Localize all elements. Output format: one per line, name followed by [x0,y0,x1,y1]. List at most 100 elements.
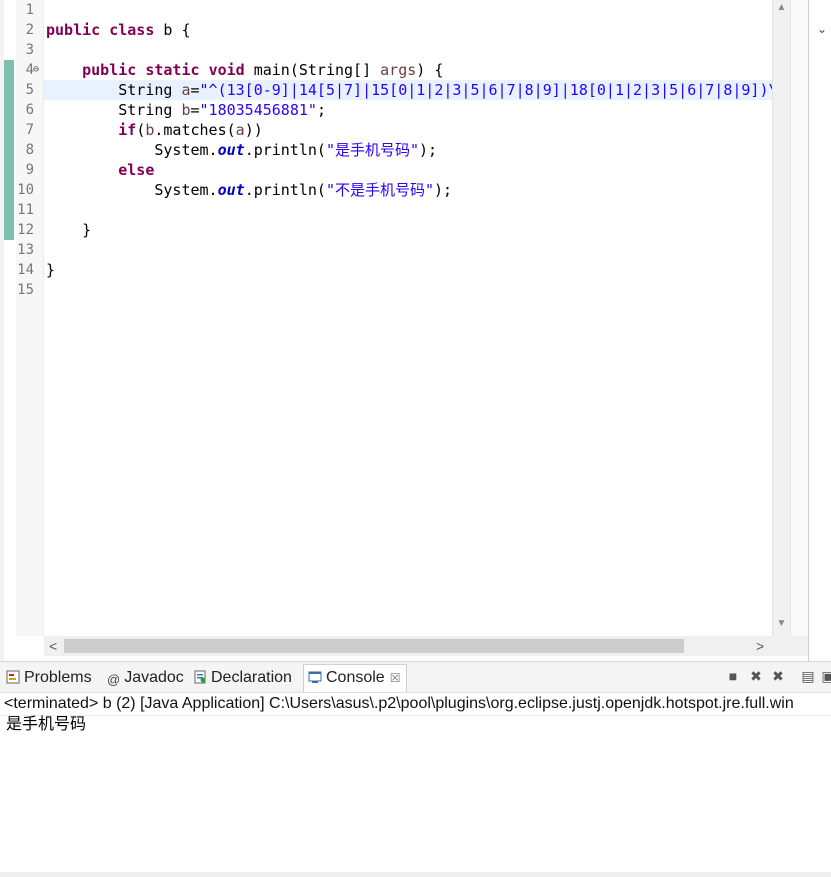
variable: b [181,101,191,119]
vertical-scrollbar[interactable]: ▲ ▼ [772,0,790,636]
remove-all-terminated-icon[interactable]: ✖ [770,668,786,684]
editor-pane: 1 2 3 4 5 6 7 8 9 10 11 12 13 14 15 ⊖ pu… [0,0,831,661]
code-text: String [118,81,182,99]
tab-javadoc[interactable]: @ Javadoc [107,666,184,690]
code-text: ; [316,101,326,119]
view-tab-bar: Problems @ Javadoc Declaration Console ☒ ■… [0,662,831,693]
scrollbar-thumb[interactable] [64,639,684,653]
line-number: 2 [25,22,34,38]
variable: a [181,81,191,99]
line-number: 6 [25,102,34,118]
keyword: void [208,61,245,79]
code-line-12: } [44,220,772,240]
scrollbar-corner [772,636,808,656]
string-literal: "18035456881" [199,101,317,119]
line-number: 13 [17,242,34,258]
code-text: System. [154,141,218,159]
scroll-right-icon[interactable]: > [756,638,764,654]
code-line-2: public class b { [44,20,772,40]
line-number: 11 [17,202,34,218]
keyword: static [145,61,200,79]
horizontal-scrollbar[interactable]: < > [44,636,772,656]
code-text: } [82,221,92,239]
keyword: else [118,161,155,179]
declaration-icon [194,670,206,684]
line-number: 1 [25,2,34,18]
keyword: public [82,61,137,79]
line-number: 15 [17,282,34,298]
scroll-down-icon[interactable]: ▼ [773,618,790,629]
code-line-4: public static void main(String[] args) { [44,60,772,80]
string-literal: "不是手机号码" [325,181,435,199]
line-number: 14 [17,262,34,278]
remove-launch-icon[interactable]: ✖ [748,668,764,684]
line-number: 8 [25,142,34,158]
code-line-5-current: String a="^(13[0-9]|14[5|7]|15[0|1|2|3|5… [44,80,772,100]
line-number-gutter: 1 2 3 4 5 6 7 8 9 10 11 12 13 14 15 [16,0,44,636]
line-number: 9 [25,162,34,178]
code-text: ); [419,141,438,159]
console-icon [308,671,322,683]
static-field: out [217,181,245,199]
line-number: 3 [25,42,34,58]
fold-collapse-icon[interactable]: ⊖ [33,60,39,80]
parameter: args [380,61,417,79]
code-text: )) [244,121,263,139]
tab-declaration[interactable]: Declaration [193,666,292,690]
code-line-7: if(b.matches(a)) [44,120,772,140]
problems-icon [6,670,20,684]
tab-console[interactable]: Console ☒ [303,664,408,692]
code-text: .println( [244,141,326,159]
code-text: ) { [416,61,444,79]
line-number: 7 [25,122,34,138]
scroll-lock-icon[interactable]: ▣ [820,668,831,684]
right-view-pane: ⌄ [808,0,831,661]
quick-diff-ruler [4,0,16,636]
code-text: = [190,101,200,119]
tab-label: Console [326,669,385,686]
variable: a [235,121,245,139]
tab-label: Declaration [211,669,292,686]
code-text: System. [154,181,218,199]
bottom-edge [0,872,831,877]
scroll-up-icon[interactable]: ▲ [773,2,790,13]
static-field: out [217,141,245,159]
overview-ruler[interactable] [790,0,808,636]
code-line-6: String b="18035456881"; [44,100,772,120]
code-text: b { [154,21,191,39]
code-text: = [190,81,200,99]
bottom-panel: Problems @ Javadoc Declaration Console ☒ ■… [0,661,831,877]
code-line-10: System.out.println("不是手机号码"); [44,180,772,200]
line-number: 5 [25,82,34,98]
stop-icon[interactable]: ■ [725,668,741,684]
code-text: ); [434,181,453,199]
chevron-down-icon[interactable]: ⌄ [817,22,827,36]
code-line-14: } [44,260,772,280]
close-icon[interactable]: ☒ [390,671,401,685]
string-literal: "是手机号码" [325,141,420,159]
keyword: if [118,121,137,139]
code-text: main(String[] [244,61,381,79]
scroll-left-icon[interactable]: < [49,638,57,654]
tab-label: Javadoc [124,669,184,686]
keyword: public [46,21,101,39]
line-number: 12 [17,222,34,238]
string-literal: "^(13[0-9]|14[5|7]|15[0|1|2|3|5|6|7|8|9]… [199,81,772,99]
code-text: .println( [244,181,326,199]
code-text: String [118,101,182,119]
change-marker [4,60,14,240]
clear-console-icon[interactable]: ▤ [800,668,816,684]
code-line-8: System.out.println("是手机号码"); [44,140,772,160]
tab-label: Problems [24,669,92,686]
code-line-9: else [44,160,772,180]
tab-problems[interactable]: Problems [6,666,92,690]
code-text: ( [136,121,146,139]
code-text: .matches( [154,121,236,139]
code-editor[interactable]: public class b { public static void main… [44,0,772,636]
keyword: class [109,21,155,39]
console-output: 是手机号码 [6,716,87,733]
line-number: 10 [17,182,34,198]
javadoc-icon: @ [107,672,121,687]
console-process-label: <terminated> b (2) [Java Application] C:… [0,693,831,716]
code-text: } [46,261,56,279]
